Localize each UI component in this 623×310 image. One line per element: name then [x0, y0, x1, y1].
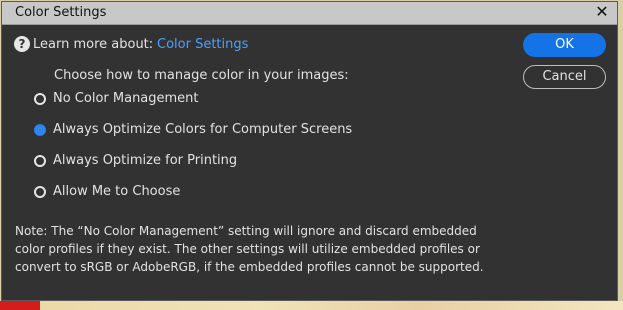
radio-label[interactable]: Always Optimize Colors for Computer Scre…: [53, 122, 352, 137]
title-bar[interactable]: Color Settings ✕: [2, 2, 617, 25]
note-line: convert to sRGB or AdobeRGB, if the embe…: [15, 260, 484, 274]
color-settings-dialog: Color Settings ✕ ? Learn more about: Col…: [1, 1, 618, 301]
dialog-title: Color Settings: [15, 5, 107, 20]
cancel-button[interactable]: Cancel: [523, 65, 606, 89]
radio-button-icon[interactable]: [34, 155, 46, 167]
radio-button-selected-icon[interactable]: [34, 124, 46, 136]
radio-label[interactable]: Allow Me to Choose: [53, 184, 180, 199]
radio-label[interactable]: Always Optimize for Printing: [53, 153, 237, 168]
radio-button-icon[interactable]: [34, 93, 46, 105]
background-behind-dialog: [0, 301, 623, 310]
color-management-prompt: Choose how to manage color in your image…: [54, 68, 349, 83]
radio-button-icon[interactable]: [34, 186, 46, 198]
color-settings-help-link[interactable]: Color Settings: [157, 37, 248, 52]
close-icon[interactable]: ✕: [593, 3, 611, 21]
note-line: Note: The “No Color Management” setting …: [15, 224, 477, 238]
note-text: Note: The “No Color Management” setting …: [15, 222, 485, 276]
note-line: color profiles if they exist. The other …: [15, 242, 480, 256]
question-circle-icon[interactable]: ?: [14, 36, 30, 52]
radio-label[interactable]: No Color Management: [53, 91, 199, 106]
learn-more-label: Learn more about:: [33, 37, 154, 52]
ok-button[interactable]: OK: [523, 33, 606, 57]
